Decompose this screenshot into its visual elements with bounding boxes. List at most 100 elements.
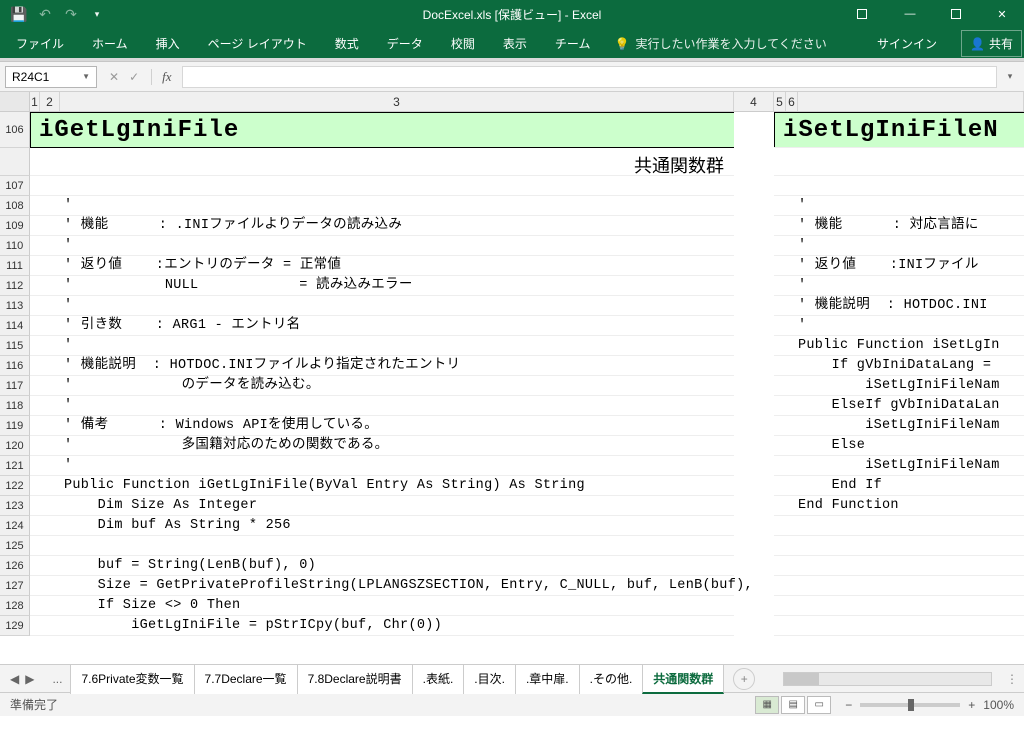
col-header[interactable]: 6: [786, 92, 798, 111]
row-header[interactable]: 106: [0, 112, 30, 148]
tab-data[interactable]: データ: [373, 29, 437, 58]
col-header[interactable]: [798, 92, 1024, 111]
code-cell[interactable]: iSetLgIniFileNam: [774, 456, 1024, 476]
tab-home[interactable]: ホーム: [78, 29, 142, 58]
tab-overflow[interactable]: ...: [44, 672, 70, 686]
minimize-button[interactable]: —: [888, 0, 932, 28]
confirm-formula-icon[interactable]: ✓: [129, 70, 139, 84]
code-cell[interactable]: ': [774, 196, 1024, 216]
row-header[interactable]: 125: [0, 536, 30, 556]
row-header[interactable]: 112: [0, 276, 30, 296]
code-cell[interactable]: iGetLgIniFile = pStrICpy(buf, Chr(0)): [30, 616, 734, 636]
sheet-tab[interactable]: .章中扉.: [515, 664, 580, 694]
row-header[interactable]: 123: [0, 496, 30, 516]
row-header[interactable]: 122: [0, 476, 30, 496]
code-cell[interactable]: Dim buf As String * 256: [30, 516, 734, 536]
scrollbar-thumb[interactable]: [784, 673, 819, 685]
col-header[interactable]: 1: [30, 92, 40, 111]
sheet-tab[interactable]: 7.6Private変数一覧: [70, 664, 194, 694]
code-cell[interactable]: If Size <> 0 Then: [30, 596, 734, 616]
tab-review[interactable]: 校閲: [437, 29, 489, 58]
code-cell[interactable]: iSetLgIniFileNam: [774, 376, 1024, 396]
row-header[interactable]: 118: [0, 396, 30, 416]
cancel-formula-icon[interactable]: ✕: [109, 70, 119, 84]
row-header[interactable]: 128: [0, 596, 30, 616]
save-icon[interactable]: 💾: [10, 5, 28, 23]
code-cell[interactable]: iSetLgIniFileNam: [774, 416, 1024, 436]
row-header[interactable]: 110: [0, 236, 30, 256]
col-header[interactable]: 4: [734, 92, 774, 111]
code-cell[interactable]: ' 機能 : .INIファイルよりデータの読み込み: [30, 216, 734, 236]
code-cell[interactable]: Public Function iGetLgIniFile(ByVal Entr…: [30, 476, 734, 496]
code-cell[interactable]: ': [30, 296, 734, 316]
tab-menu-icon[interactable]: ⋮: [1000, 672, 1024, 686]
row-header[interactable]: [0, 148, 30, 176]
row-header[interactable]: 107: [0, 176, 30, 196]
row-header[interactable]: 114: [0, 316, 30, 336]
row-header[interactable]: 115: [0, 336, 30, 356]
code-cell[interactable]: ': [30, 456, 734, 476]
code-cell[interactable]: Size = GetPrivateProfileString(LPLANGSZS…: [30, 576, 734, 596]
row-header[interactable]: 116: [0, 356, 30, 376]
formula-input[interactable]: [182, 66, 997, 88]
code-cell[interactable]: ' 備考 : Windows APIを使用している。: [30, 416, 734, 436]
code-cell[interactable]: ': [774, 316, 1024, 336]
col-header[interactable]: 5: [774, 92, 786, 111]
name-box[interactable]: R24C1 ▼: [5, 66, 97, 88]
row-header[interactable]: 129: [0, 616, 30, 636]
tab-file[interactable]: ファイル: [2, 29, 78, 58]
share-button[interactable]: 👤 共有: [961, 30, 1022, 57]
maximize-button[interactable]: [934, 0, 978, 28]
row-header[interactable]: 113: [0, 296, 30, 316]
code-cell[interactable]: ' 返り値 :エントリのデータ = 正常値: [30, 256, 734, 276]
zoom-in-button[interactable]: +: [968, 698, 975, 712]
namebox-dropdown-icon[interactable]: ▼: [82, 72, 90, 81]
ribbon-options-icon[interactable]: [842, 0, 886, 28]
tab-team[interactable]: チーム: [541, 29, 605, 58]
view-page-break-icon[interactable]: ▭: [807, 696, 831, 714]
sheet-tab[interactable]: .目次.: [463, 664, 516, 694]
col-header[interactable]: 2: [40, 92, 60, 111]
code-cell[interactable]: ' 機能説明 : HOTDOC.INIファイルより指定されたエントリ: [30, 356, 734, 376]
row-header[interactable]: 121: [0, 456, 30, 476]
code-cell[interactable]: Public Function iSetLgIn: [774, 336, 1024, 356]
code-cell[interactable]: ': [774, 236, 1024, 256]
zoom-slider-thumb[interactable]: [908, 699, 914, 711]
sheet-tab[interactable]: .その他.: [579, 664, 644, 694]
code-cell[interactable]: End Function: [774, 496, 1024, 516]
zoom-out-button[interactable]: −: [845, 698, 852, 712]
row-header[interactable]: 124: [0, 516, 30, 536]
tab-nav-first-icon[interactable]: ◀: [10, 672, 19, 686]
code-cell[interactable]: ' 機能 : 対応言語に: [774, 216, 1024, 236]
row-header[interactable]: 108: [0, 196, 30, 216]
row-header[interactable]: 119: [0, 416, 30, 436]
tab-nav-prev-icon[interactable]: ▶: [25, 672, 34, 686]
tab-insert[interactable]: 挿入: [142, 29, 194, 58]
sheet-tab[interactable]: 7.8Declare説明書: [297, 664, 413, 694]
view-normal-icon[interactable]: ▦: [755, 696, 779, 714]
code-cell[interactable]: ElseIf gVbIniDataLan: [774, 396, 1024, 416]
add-sheet-button[interactable]: +: [733, 668, 755, 690]
zoom-level[interactable]: 100%: [983, 698, 1014, 712]
code-cell[interactable]: ' 返り値 :INIファイル: [774, 256, 1024, 276]
row-header[interactable]: 109: [0, 216, 30, 236]
row-header[interactable]: 126: [0, 556, 30, 576]
zoom-slider[interactable]: [860, 703, 960, 707]
horizontal-scrollbar[interactable]: [783, 672, 992, 686]
code-cell[interactable]: ': [30, 396, 734, 416]
code-cell[interactable]: ' 多国籍対応のための関数である。: [30, 436, 734, 456]
code-cell[interactable]: ' NULL = 読み込みエラー: [30, 276, 734, 296]
code-cell[interactable]: Dim Size As Integer: [30, 496, 734, 516]
redo-icon[interactable]: ↷: [62, 5, 80, 23]
tell-me[interactable]: 💡 実行したい作業を入力してください: [604, 29, 836, 58]
row-header[interactable]: 117: [0, 376, 30, 396]
tab-formulas[interactable]: 数式: [321, 29, 373, 58]
grid-rows[interactable]: 106 iGetLgIniFile iSetLgIniFileN 共通関数群 1…: [0, 112, 1024, 636]
select-all-corner[interactable]: [0, 92, 30, 111]
view-page-layout-icon[interactable]: ▤: [781, 696, 805, 714]
close-button[interactable]: ✕: [980, 0, 1024, 28]
code-cell[interactable]: ' 機能説明 : HOTDOC.INI: [774, 296, 1024, 316]
code-cell[interactable]: If gVbIniDataLang =: [774, 356, 1024, 376]
code-cell[interactable]: Else: [774, 436, 1024, 456]
sign-in-link[interactable]: サインイン: [863, 29, 951, 58]
